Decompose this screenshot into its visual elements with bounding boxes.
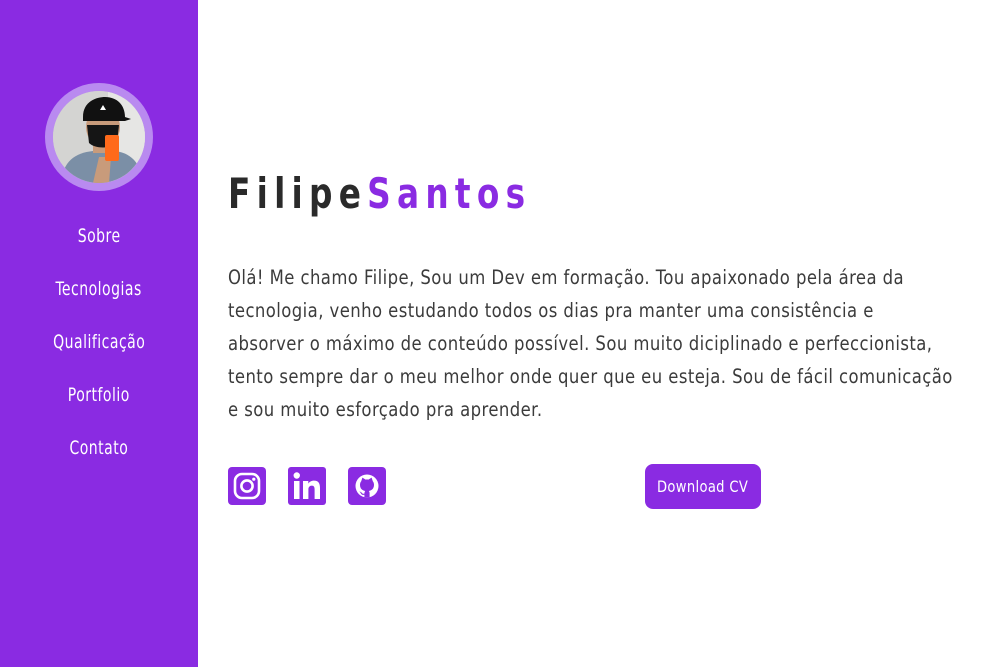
nav-link-tecnologias[interactable]: Tecnologias: [56, 275, 142, 303]
nav-item-qualificacao: Qualificação: [0, 328, 198, 381]
avatar-ring: [45, 83, 153, 191]
linkedin-link[interactable]: [288, 467, 326, 505]
sidebar: Sobre Tecnologias Qualificação Portfolio…: [0, 0, 198, 667]
nav-link-portfolio[interactable]: Portfolio: [68, 381, 130, 409]
last-name: Santos: [367, 169, 532, 218]
download-cv-button[interactable]: Download CV: [645, 464, 761, 509]
page-title: FilipeSantos: [228, 168, 531, 220]
avatar-photo: [53, 91, 145, 183]
github-link[interactable]: [348, 467, 386, 505]
about-text: Olá! Me chamo Filipe, Sou um Dev em form…: [228, 266, 953, 421]
nav-item-contato: Contato: [0, 434, 198, 487]
instagram-link[interactable]: [228, 467, 266, 505]
nav-item-sobre: Sobre: [0, 222, 198, 275]
nav-item-portfolio: Portfolio: [0, 381, 198, 434]
nav-item-tecnologias: Tecnologias: [0, 275, 198, 328]
nav-link-sobre[interactable]: Sobre: [78, 222, 121, 250]
page: Sobre Tecnologias Qualificação Portfolio…: [0, 0, 991, 667]
nav-link-qualificacao[interactable]: Qualificação: [53, 328, 145, 356]
sidebar-nav: Sobre Tecnologias Qualificação Portfolio…: [0, 222, 198, 487]
download-cv-label: Download CV: [657, 477, 749, 496]
linkedin-icon: [288, 467, 326, 505]
first-name: Filipe: [228, 169, 368, 218]
avatar: [53, 91, 145, 183]
github-icon: [348, 467, 386, 505]
nav-link-contato[interactable]: Contato: [70, 434, 129, 462]
instagram-icon: [228, 467, 266, 505]
